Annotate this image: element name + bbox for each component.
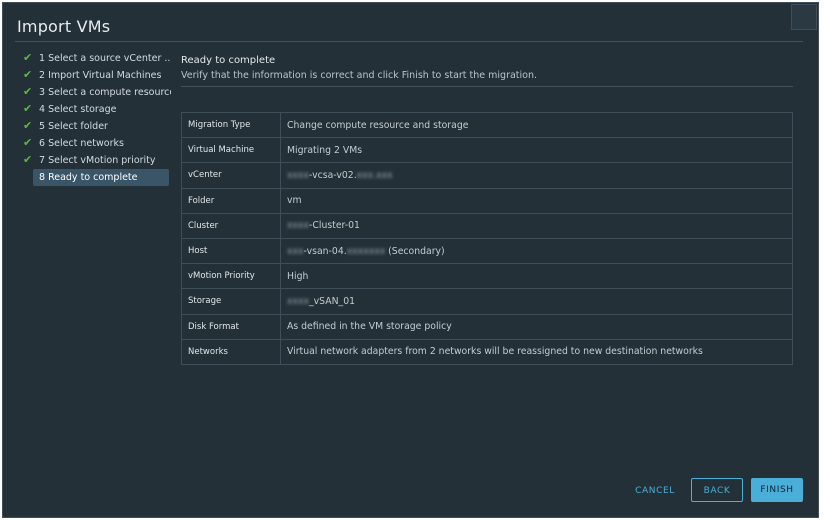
- row-key: Disk Format: [181, 313, 281, 340]
- table-row: Disk Format As defined in the VM storage…: [181, 313, 793, 340]
- row-key: Networks: [181, 338, 281, 365]
- row-value: xxxx_vSAN_01: [280, 288, 793, 315]
- row-key: Folder: [181, 187, 281, 214]
- check-icon: ✔: [23, 136, 33, 149]
- step-select-folder[interactable]: ✔ 5 Select folder: [21, 118, 171, 135]
- redacted-text: xxx: [287, 245, 304, 257]
- step-select-source-vcenter[interactable]: ✔ 1 Select a source vCenter ...: [21, 50, 171, 67]
- step-ready-to-complete[interactable]: 8 Ready to complete: [33, 169, 169, 186]
- step-label: 3 Select a compute resource: [39, 87, 171, 98]
- page-description: Verify that the information is correct a…: [181, 70, 538, 81]
- row-value-text: -vsan-04.: [303, 245, 347, 257]
- table-row: Cluster xxxx-Cluster-01: [181, 212, 793, 239]
- table-row: vCenter xxxx-vcsa-v02.xxx.xxx: [181, 162, 793, 189]
- check-icon: ✔: [23, 153, 33, 166]
- row-value: xxxx-vcsa-v02.xxx.xxx: [280, 162, 793, 189]
- step-import-virtual-machines[interactable]: ✔ 2 Import Virtual Machines: [21, 67, 171, 84]
- import-vms-dialog: Import VMs ✔ 1 Select a source vCenter .…: [2, 2, 819, 518]
- step-label: 1 Select a source vCenter ...: [39, 53, 171, 64]
- redacted-text: xxxxxxx: [346, 245, 386, 257]
- step-select-compute-resource[interactable]: ✔ 3 Select a compute resource: [21, 84, 171, 101]
- page-title: Ready to complete: [181, 55, 276, 66]
- row-key: Virtual Machine: [181, 137, 281, 164]
- row-value: High: [280, 263, 793, 290]
- row-key: Cluster: [181, 212, 281, 239]
- step-label: 2 Import Virtual Machines: [39, 70, 162, 81]
- row-value: As defined in the VM storage policy: [280, 313, 793, 340]
- check-icon: ✔: [23, 68, 33, 81]
- row-key: Migration Type: [181, 111, 281, 139]
- step-select-vmotion-priority[interactable]: ✔ 7 Select vMotion priority: [21, 152, 171, 169]
- row-value-text: _vSAN_01: [309, 295, 356, 307]
- summary-table: Migration Type Change compute resource a…: [181, 111, 793, 365]
- row-key: vCenter: [181, 162, 281, 189]
- row-value: Change compute resource and storage: [280, 111, 793, 139]
- check-icon: ✔: [23, 102, 33, 115]
- step-label: 5 Select folder: [39, 121, 108, 132]
- back-button[interactable]: BACK: [691, 478, 743, 502]
- check-icon: ✔: [23, 119, 33, 132]
- step-label: 7 Select vMotion priority: [39, 155, 156, 166]
- redacted-text: xxxx: [287, 169, 310, 181]
- check-icon: ✔: [23, 85, 33, 98]
- step-select-networks[interactable]: ✔ 6 Select networks: [21, 135, 171, 152]
- row-value: xxxx-Cluster-01: [280, 212, 793, 239]
- row-key: Storage: [181, 288, 281, 315]
- table-row: Networks Virtual network adapters from 2…: [181, 338, 793, 365]
- row-value-text: -Cluster-01: [309, 220, 360, 232]
- redacted-text: xxxx: [287, 220, 310, 232]
- row-value-text: -vcsa-v02.: [309, 169, 357, 181]
- step-select-storage[interactable]: ✔ 4 Select storage: [21, 101, 171, 118]
- check-icon: ✔: [23, 51, 33, 64]
- table-row: Migration Type Change compute resource a…: [181, 111, 793, 139]
- table-row: Folder vm: [181, 187, 793, 214]
- wizard-steps: ✔ 1 Select a source vCenter ... ✔ 2 Impo…: [21, 50, 171, 186]
- table-row: Storage xxxx_vSAN_01: [181, 288, 793, 315]
- step-label: 8 Ready to complete: [39, 172, 138, 183]
- content-divider: [181, 86, 793, 87]
- row-value: Migrating 2 VMs: [280, 137, 793, 164]
- table-row: Virtual Machine Migrating 2 VMs: [181, 137, 793, 164]
- step-label: 6 Select networks: [39, 138, 124, 149]
- row-value: xxx-vsan-04.xxxxxxx (Secondary): [280, 237, 793, 265]
- row-key: vMotion Priority: [181, 263, 281, 290]
- finish-button[interactable]: FINISH: [751, 478, 803, 502]
- step-label: 4 Select storage: [39, 104, 117, 115]
- row-key: Host: [181, 237, 281, 265]
- row-value-tail: (Secondary): [385, 245, 445, 257]
- redacted-text: xxxx: [287, 295, 310, 307]
- dialog-title: Import VMs: [17, 17, 111, 36]
- redacted-text: xxx.xxx: [356, 169, 393, 181]
- title-divider: [15, 41, 803, 42]
- table-row: Host xxx-vsan-04.xxxxxxx (Secondary): [181, 237, 793, 265]
- table-row: vMotion Priority High: [181, 263, 793, 290]
- close-button[interactable]: [791, 4, 817, 30]
- row-value: vm: [280, 187, 793, 214]
- row-value: Virtual network adapters from 2 networks…: [280, 338, 793, 365]
- cancel-button[interactable]: CANCEL: [625, 479, 685, 503]
